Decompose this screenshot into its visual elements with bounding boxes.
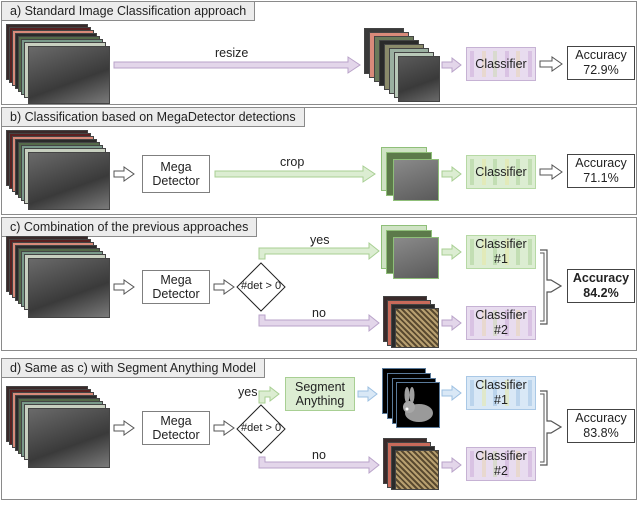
classifier-2-label: Classifier bbox=[475, 449, 527, 463]
no-label-d: no bbox=[312, 448, 326, 462]
arrow-to-accuracy-a bbox=[539, 56, 563, 72]
arrow-to-decision-d bbox=[213, 420, 235, 436]
resize-label: resize bbox=[215, 46, 249, 60]
arrow-to-classifier-a bbox=[441, 56, 462, 74]
classifier-label: Classifier bbox=[475, 164, 527, 179]
arrow-to-classifier-2-d bbox=[441, 456, 462, 474]
no-label-c: no bbox=[312, 306, 326, 320]
crop-label: crop bbox=[280, 155, 305, 169]
arrow-to-megadetector-b bbox=[113, 166, 135, 182]
arrow-to-classifier-2-c bbox=[441, 314, 462, 332]
yes-label-d: yes bbox=[238, 385, 258, 399]
arrow-to-segmented-stack bbox=[357, 385, 378, 403]
arrow-to-classifier-1-c bbox=[441, 243, 462, 261]
arrow-to-decision-c bbox=[213, 279, 235, 295]
classifier-label: Classifier bbox=[475, 56, 527, 71]
decision-label-c: #det > 0 bbox=[241, 280, 282, 292]
yes-arrow-d bbox=[258, 385, 280, 404]
merge-bracket-d bbox=[540, 390, 563, 466]
arrow-to-classifier-b bbox=[441, 165, 462, 183]
classifier-1-label: Classifier bbox=[475, 237, 527, 251]
decision-label-d: #det > 0 bbox=[241, 422, 282, 434]
classifier-2-number: #2 bbox=[494, 323, 508, 337]
arrow-to-accuracy-b bbox=[539, 164, 563, 180]
classifier-2-number: #2 bbox=[494, 464, 508, 478]
connector-layer bbox=[113, 56, 563, 475]
merge-bracket-c bbox=[540, 249, 563, 325]
classifier-1-label: Classifier bbox=[475, 378, 527, 392]
yes-label-c: yes bbox=[310, 233, 330, 247]
classifier-2-label: Classifier bbox=[475, 308, 527, 322]
classifier-1-number: #1 bbox=[494, 252, 508, 266]
arrow-to-classifier-1-d bbox=[441, 384, 462, 402]
arrow-to-megadetector-c bbox=[113, 279, 135, 295]
arrow-to-megadetector-d bbox=[113, 420, 135, 436]
classifier-1-number: #1 bbox=[494, 393, 508, 407]
